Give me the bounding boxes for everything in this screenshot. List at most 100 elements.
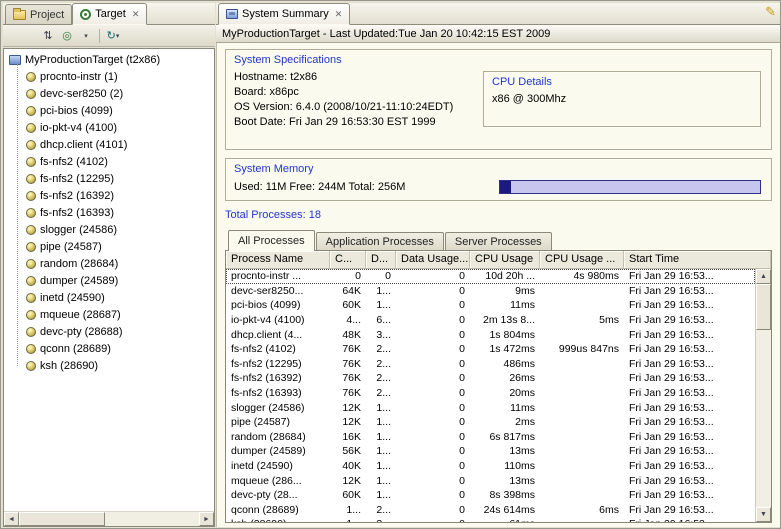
connect-target-button[interactable]: ◎ [58,27,76,45]
tree-item[interactable]: procnto-instr (1) [4,68,214,85]
close-icon[interactable]: ✕ [130,9,140,20]
tab-project[interactable]: Project [5,4,72,24]
tree-item[interactable]: fs-nfs2 (16392) [4,187,214,204]
tree-item[interactable]: ksh (28690) [4,357,214,374]
table-row[interactable]: fs-nfs2 (16392)76K2...026msFri Jan 29 16… [226,371,755,386]
column-header[interactable]: D... [366,251,396,268]
table-row[interactable]: io-pkt-v4 (4100)4...6...02m 13s 8...5msF… [226,313,755,328]
table-row[interactable]: inetd (24590)40K1...0110msFri Jan 29 16:… [226,459,755,474]
tree-item[interactable]: pci-bios (4099) [4,102,214,119]
table-cell: 0 [396,285,470,297]
tree-item[interactable]: random (28684) [4,255,214,272]
memory-bar [499,180,761,194]
tree-item[interactable]: dumper (24589) [4,272,214,289]
scroll-up-button[interactable]: ▲ [756,269,771,284]
table-cell: 0 [396,504,470,516]
tree-item-label: ksh (28690) [40,360,98,372]
tab-system-summary[interactable]: System Summary ✕ [218,3,350,25]
tab-target[interactable]: Target ✕ [72,3,147,25]
column-header[interactable]: CPU Usage [470,251,540,268]
tree-item[interactable]: fs-nfs2 (4102) [4,153,214,170]
column-header[interactable]: CPU Usage ... [540,251,624,268]
process-icon [26,259,36,269]
tab-system-summary-label: System Summary [242,8,329,20]
sort-button[interactable]: ⇅ [39,27,57,45]
table-row[interactable]: pci-bios (4099)60K1...011msFri Jan 29 16… [226,298,755,313]
table-row[interactable]: devc-ser8250...64K1...09msFri Jan 29 16:… [226,284,755,299]
column-header[interactable]: Start Time [624,251,771,268]
tree-item-label: io-pkt-v4 (4100) [40,122,117,134]
table-row[interactable]: dumper (24589)56K1...013msFri Jan 29 16:… [226,444,755,459]
system-specifications-section: System Specifications Hostname: t2x86 Bo… [225,49,772,150]
table-cell: 1s 472ms [470,343,540,355]
table-cell: slogger (24586) [226,402,330,414]
process-tab[interactable]: All Processes [228,230,315,251]
table-row[interactable]: ksh (28690)1...3...061msFri Jan 29 16:53… [226,517,755,522]
tree-item[interactable]: inetd (24590) [4,289,214,306]
tree-item[interactable]: pipe (24587) [4,238,214,255]
scroll-track[interactable] [756,330,771,507]
process-tab[interactable]: Server Processes [445,232,552,250]
tree-item[interactable]: io-pkt-v4 (4100) [4,119,214,136]
horizontal-scrollbar[interactable]: ◄ ► [4,511,214,526]
tree-item[interactable]: fs-nfs2 (16393) [4,204,214,221]
target-icon [80,9,91,20]
chevron-down-icon: ▾ [84,32,88,40]
tree-item[interactable]: devc-pty (28688) [4,323,214,340]
scroll-right-button[interactable]: ► [199,512,214,526]
system-memory-section: System Memory Used: 11M Free: 244M Total… [225,158,772,201]
table-cell: io-pkt-v4 (4100) [226,314,330,326]
table-row[interactable]: fs-nfs2 (12295)76K2...0486msFri Jan 29 1… [226,357,755,372]
table-cell: 11ms [470,299,540,311]
vertical-scrollbar[interactable]: ▲ ▼ [755,269,771,522]
process-tab[interactable]: Application Processes [316,232,444,250]
tree-item-label: fs-nfs2 (12295) [40,173,114,185]
table-row[interactable]: slogger (24586)12K1...011msFri Jan 29 16… [226,400,755,415]
table-cell: 56K [330,445,366,457]
edit-button[interactable]: ✎ [765,4,776,20]
refresh-icon: ↻ [107,29,116,42]
column-header[interactable]: C... [330,251,366,268]
table-row[interactable]: qconn (28689)1...2...024s 614ms6msFri Ja… [226,503,755,518]
tree-item[interactable]: qconn (28689) [4,340,214,357]
scroll-down-button[interactable]: ▼ [756,507,771,522]
table-cell: 76K [330,387,366,399]
table-row[interactable]: pipe (24587)12K1...02msFri Jan 29 16:53.… [226,415,755,430]
table-cell: Fri Jan 29 16:53... [624,387,755,399]
table-cell: 2... [366,387,396,399]
table-cell: Fri Jan 29 16:53... [624,358,755,370]
process-icon [26,327,36,337]
refresh-button[interactable]: ↻▾ [104,27,122,45]
table-row[interactable]: dhcp.client (4...48K3...01s 804msFri Jan… [226,327,755,342]
tree-item[interactable]: slogger (24586) [4,221,214,238]
table-row[interactable]: mqueue (286...12K1...013msFri Jan 29 16:… [226,473,755,488]
tree-item-label: random (28684) [40,258,118,270]
tree-item[interactable]: dhcp.client (4101) [4,136,214,153]
table-row[interactable]: devc-pty (28...60K1...08s 398msFri Jan 2… [226,488,755,503]
table-row[interactable]: random (28684)16K1...06s 817msFri Jan 29… [226,430,755,445]
table-cell: inetd (24590) [226,460,330,472]
tree-root[interactable]: MyProductionTarget (t2x86) [4,51,214,68]
tabbar-filler [350,3,765,24]
horizontal-scroll-thumb[interactable] [19,512,105,526]
table-cell: Fri Jan 29 16:53... [624,329,755,341]
tree-item-label: fs-nfs2 (4102) [40,156,108,168]
scroll-track[interactable] [105,512,199,526]
table-row[interactable]: procnto-instr ...00010d 20h ...4s 980msF… [226,269,755,284]
table-cell: 0 [396,431,470,443]
table-row[interactable]: fs-nfs2 (4102)76K2...01s 472ms999us 847n… [226,342,755,357]
tree-item[interactable]: mqueue (28687) [4,306,214,323]
table-cell: 0 [396,329,470,341]
table-cell: devc-pty (28... [226,489,330,501]
tree-item[interactable]: fs-nfs2 (12295) [4,170,214,187]
column-header[interactable]: Process Name [226,251,330,268]
tree-item[interactable]: devc-ser8250 (2) [4,85,214,102]
table-row[interactable]: fs-nfs2 (16393)76K2...020msFri Jan 29 16… [226,386,755,401]
scroll-left-button[interactable]: ◄ [4,512,19,526]
close-icon[interactable]: ✕ [333,9,343,20]
column-header[interactable]: Data Usage... [396,251,470,268]
table-cell: pci-bios (4099) [226,299,330,311]
vertical-scroll-thumb[interactable] [756,284,771,330]
table-cell: dumper (24589) [226,445,330,457]
view-menu-button[interactable]: ▾ [77,27,95,45]
